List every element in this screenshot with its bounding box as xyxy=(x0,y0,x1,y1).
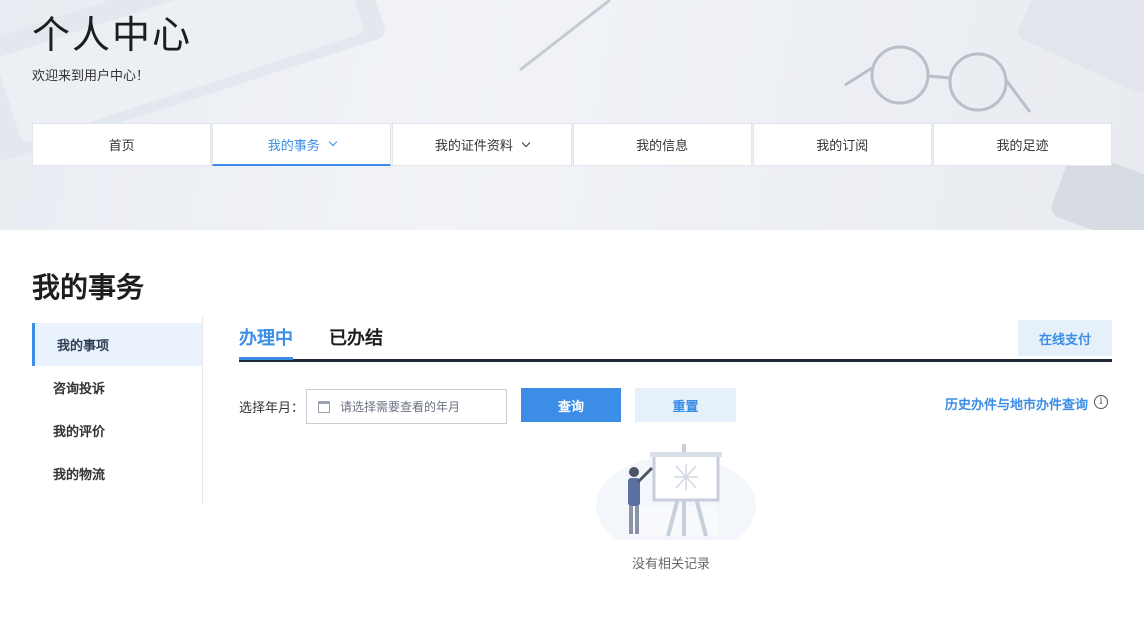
sidebar: 我的事项 咨询投诉 我的评价 我的物流 xyxy=(32,316,203,504)
nav-item-my-footprints[interactable]: 我的足迹 xyxy=(932,123,1113,166)
year-month-picker[interactable]: 请选择需要查看的年月 xyxy=(306,389,507,424)
nav-item-label: 我的订阅 xyxy=(816,139,869,154)
sidebar-item-label: 我的物流 xyxy=(53,468,106,483)
empty-illustration xyxy=(596,444,756,540)
nav-item-my-documents[interactable]: 我的证件资料 xyxy=(392,123,572,166)
status-tabs: 办理中 已办结 在线支付 xyxy=(239,318,1112,362)
nav-item-label: 我的足迹 xyxy=(996,139,1049,154)
tab-completed[interactable]: 已办结 xyxy=(329,324,383,350)
sidebar-item-label: 我的评价 xyxy=(53,425,106,440)
empty-state-text: 没有相关记录 xyxy=(632,557,711,572)
sidebar-item-label: 咨询投诉 xyxy=(53,382,106,397)
calendar-icon xyxy=(318,400,330,413)
sidebar-item-my-items[interactable]: 我的事项 xyxy=(32,323,202,366)
online-payment-button[interactable]: 在线支付 xyxy=(1018,320,1112,356)
nav-item-label: 我的事务 xyxy=(267,138,320,154)
nav-item-label: 首页 xyxy=(108,139,135,154)
year-month-placeholder: 请选择需要查看的年月 xyxy=(340,400,461,414)
nav-item-my-info[interactable]: 我的信息 xyxy=(572,123,752,166)
query-button[interactable]: 查询 xyxy=(521,388,621,422)
sidebar-item-logistics[interactable]: 我的物流 xyxy=(32,452,202,495)
chevron-down-icon xyxy=(521,138,531,147)
banner: 个人中心 欢迎来到用户中心！ 首页 我的事务 我的证件资料 我的信息 我的订阅 … xyxy=(0,0,1144,230)
year-month-label: 选择年月： xyxy=(239,401,305,416)
section-title: 我的事务 xyxy=(32,271,145,304)
nav-item-label: 我的证件资料 xyxy=(434,139,513,154)
top-navigation: 首页 我的事务 我的证件资料 我的信息 我的订阅 我的足迹 xyxy=(32,123,1113,166)
nav-item-home[interactable]: 首页 xyxy=(32,123,212,166)
sidebar-item-reviews[interactable]: 我的评价 xyxy=(32,409,202,452)
tab-in-progress[interactable]: 办理中 xyxy=(239,324,293,360)
sidebar-item-complaints[interactable]: 咨询投诉 xyxy=(32,366,202,409)
info-icon[interactable]: i xyxy=(1094,395,1108,409)
page-banner-subtitle: 欢迎来到用户中心！ xyxy=(32,69,150,84)
chevron-down-icon xyxy=(328,137,338,147)
page-banner-title: 个人中心 xyxy=(32,13,193,57)
nav-item-label: 我的信息 xyxy=(636,139,689,154)
nav-item-my-affairs[interactable]: 我的事务 xyxy=(212,123,392,166)
reset-button[interactable]: 重置 xyxy=(635,388,736,422)
history-query-link[interactable]: 历史办件与地市办件查询 xyxy=(945,394,1088,413)
nav-item-my-subscriptions[interactable]: 我的订阅 xyxy=(752,123,932,166)
sidebar-item-label: 我的事项 xyxy=(57,339,110,354)
